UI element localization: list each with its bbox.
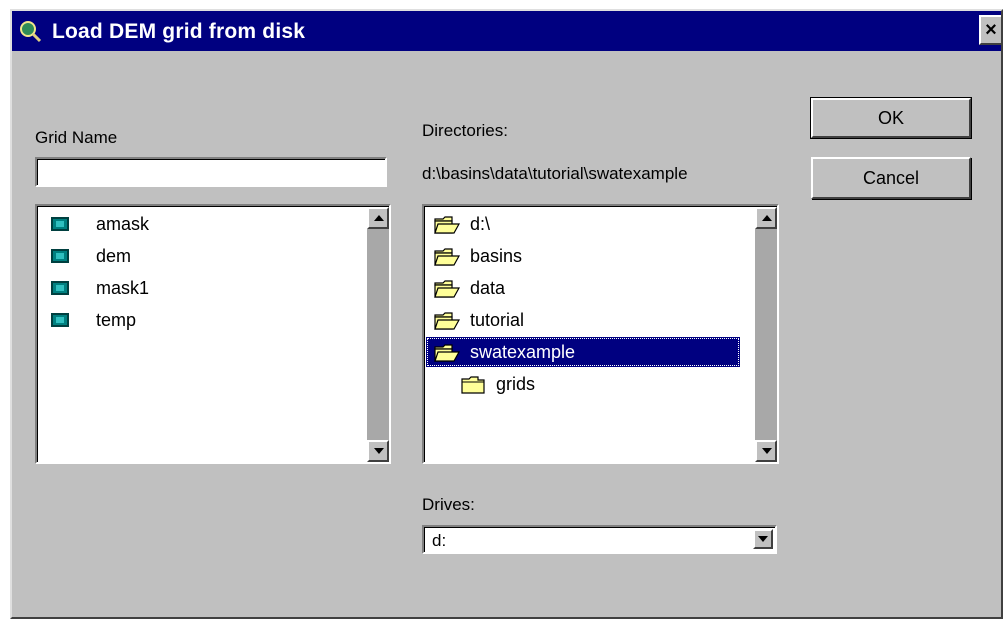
scroll-down-button[interactable]: [755, 440, 777, 462]
folder-open-icon: [434, 312, 460, 330]
scroll-down-button[interactable]: [367, 440, 389, 462]
directories-label: Directories:: [422, 121, 508, 140]
cancel-button[interactable]: Cancel: [811, 157, 971, 199]
scroll-up-button[interactable]: [755, 207, 777, 229]
close-button[interactable]: ×: [979, 15, 1001, 45]
load-dem-dialog: Load DEM grid from disk × Grid Name amas…: [10, 9, 1003, 619]
arrow-up-icon: [762, 215, 772, 221]
grid-list-scrollbar[interactable]: [367, 207, 389, 462]
grid-name-label: Grid Name: [35, 128, 118, 147]
drives-selected-value: d:: [432, 531, 447, 550]
folder-open-icon: [434, 344, 460, 362]
ok-button[interactable]: OK: [810, 97, 972, 139]
grid-list[interactable]: amask dem mask1 temp: [35, 204, 391, 464]
grid-layer-icon: [51, 217, 69, 231]
chevron-down-icon: [758, 536, 768, 542]
arrow-down-icon: [374, 448, 384, 454]
window-title: Load DEM grid from disk: [52, 20, 306, 43]
globe-search-icon: [20, 21, 42, 43]
scroll-up-button[interactable]: [367, 207, 389, 229]
title-bar[interactable]: Load DEM grid from disk ×: [12, 11, 1001, 51]
drives-label: Drives:: [422, 495, 475, 514]
folder-open-icon: [434, 280, 460, 298]
folder-closed-icon: [461, 376, 485, 394]
directory-list-scrollbar[interactable]: [755, 207, 777, 462]
arrow-up-icon: [374, 215, 384, 221]
current-path: d:\basins\data\tutorial\swatexample: [422, 164, 688, 183]
drives-combobox[interactable]: d:: [422, 525, 777, 554]
folder-open-icon: [434, 216, 460, 234]
arrow-down-icon: [762, 448, 772, 454]
grid-layer-icon: [51, 313, 69, 327]
directory-list[interactable]: d:\ basins data tutorial swatexample gri…: [422, 204, 779, 464]
grid-name-input[interactable]: [35, 157, 387, 187]
close-icon: ×: [985, 19, 997, 41]
folder-open-icon: [434, 248, 460, 266]
grid-layer-icon: [51, 281, 69, 295]
drives-dropdown-button[interactable]: [753, 529, 773, 549]
grid-layer-icon: [51, 249, 69, 263]
